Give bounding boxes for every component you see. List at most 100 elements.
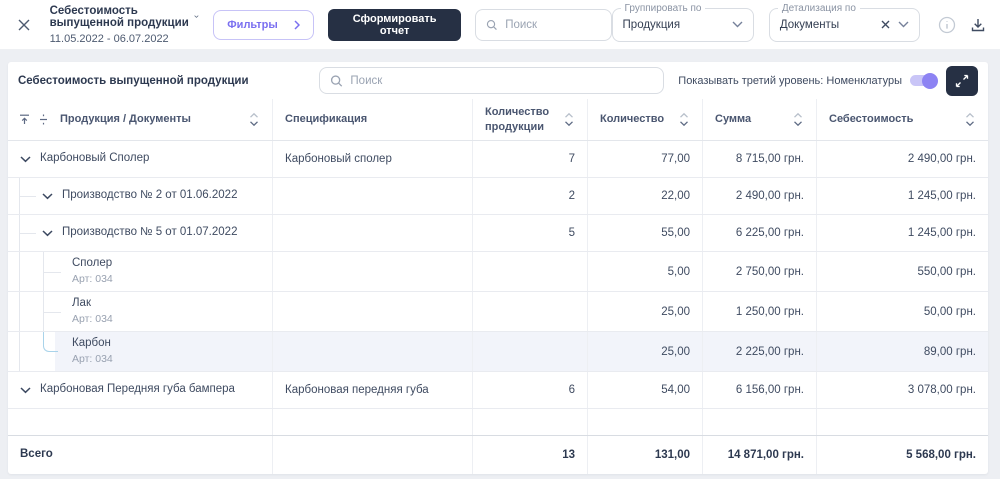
search-icon bbox=[331, 74, 343, 87]
tree-connector bbox=[19, 292, 20, 331]
tree-connector bbox=[43, 332, 58, 352]
qty-prod-cell bbox=[473, 332, 588, 371]
table-header: Продукция / Документы Спецификация Колич… bbox=[8, 99, 988, 141]
collapse-all-icon[interactable] bbox=[18, 113, 31, 126]
qty-prod-cell: 13 bbox=[473, 436, 588, 474]
table-row[interactable]: Сполер Арт: 034 5,00 2 750,00 грн. 550,0… bbox=[8, 251, 988, 291]
row-article: Арт: 034 bbox=[72, 353, 113, 366]
card-toolbar: Себестоимость выпущенной продукции Показ… bbox=[8, 62, 988, 99]
column-header-spec[interactable]: Спецификация bbox=[273, 99, 473, 140]
qty-cell: 25,00 bbox=[588, 332, 703, 371]
expand-all-icon[interactable] bbox=[37, 113, 50, 126]
product-cell: Карбон Арт: 034 bbox=[8, 332, 273, 371]
screen: Себестоимость выпущенной продукции 11.05… bbox=[0, 0, 1000, 479]
sum-cell: 8 715,00 грн. bbox=[703, 141, 817, 177]
group-by-label: Группировать по bbox=[620, 2, 706, 14]
row-article: Арт: 034 bbox=[72, 313, 113, 326]
table-row[interactable]: Карбон Арт: 034 25,00 2 225,00 грн. 89,0… bbox=[8, 331, 988, 371]
group-by-value: Продукция bbox=[622, 18, 681, 31]
spec-cell bbox=[273, 252, 473, 291]
spec-cell: Карбоновый сполер bbox=[273, 141, 473, 177]
clear-icon[interactable] bbox=[881, 20, 890, 29]
cost-cell: 550,00 грн. bbox=[917, 265, 976, 278]
column-header-qty[interactable]: Количество bbox=[588, 99, 703, 140]
product-cell: Карбоновый Сполер bbox=[8, 141, 273, 177]
group-by-select[interactable]: Группировать по Продукция bbox=[611, 2, 754, 42]
filters-button[interactable]: Фильтры bbox=[213, 9, 314, 40]
sort-icon[interactable] bbox=[563, 112, 575, 127]
fullscreen-icon[interactable] bbox=[946, 65, 978, 96]
table-body: Карбоновый Сполер Карбоновый сполер 7 77… bbox=[8, 141, 988, 474]
table-row-total[interactable]: Всего 13 131,00 14 871,00 грн. 5 568,00 … bbox=[8, 435, 988, 474]
row-chevron-down-icon[interactable] bbox=[20, 386, 31, 394]
product-cell: Лак Арт: 034 bbox=[8, 292, 273, 331]
product-cell: Производство № 2 от 01.06.2022 bbox=[8, 178, 273, 214]
report-title: Себестоимость выпущенной продукции bbox=[49, 4, 189, 29]
column-header-qty-prod[interactable]: Количество продукции bbox=[473, 99, 588, 140]
third-level-toggle[interactable] bbox=[910, 72, 938, 89]
table-row[interactable]: Карбоновый Сполер Карбоновый сполер 7 77… bbox=[8, 141, 988, 177]
topbar-search bbox=[475, 8, 612, 41]
spec-cell bbox=[273, 332, 473, 371]
tree-connector bbox=[20, 233, 36, 234]
report-title-block[interactable]: Себестоимость выпущенной продукции 11.05… bbox=[50, 5, 200, 45]
generate-report-button[interactable]: Сформировать отчет bbox=[327, 8, 462, 41]
table-row[interactable]: Производство № 5 от 01.07.2022 5 55,00 6… bbox=[8, 214, 988, 251]
row-article: Арт: 034 bbox=[72, 273, 113, 286]
tree-connector bbox=[19, 252, 20, 291]
product-cell: Карбоновая Передняя губа бампера bbox=[8, 372, 273, 408]
qty-prod-cell bbox=[473, 252, 588, 291]
table-row[interactable]: Производство № 2 от 01.06.2022 2 22,00 2… bbox=[8, 177, 988, 214]
product-cell: Производство № 5 от 01.07.2022 bbox=[8, 215, 273, 251]
row-name: Лак bbox=[72, 297, 91, 310]
qty-prod-cell bbox=[473, 292, 588, 331]
sum-cell: 2 750,00 грн. bbox=[703, 252, 817, 291]
date-range: 11.05.2022 - 06.07.2022 bbox=[49, 32, 169, 45]
qty-prod-cell: 5 bbox=[473, 215, 588, 251]
tree-connector bbox=[44, 311, 61, 313]
product-cell bbox=[8, 409, 273, 435]
qty-cell: 55,00 bbox=[588, 215, 703, 251]
qty-prod-cell: 7 bbox=[473, 141, 588, 177]
toggle-knob bbox=[922, 72, 938, 89]
spec-cell bbox=[273, 436, 473, 474]
table-row[interactable]: Карбоновая Передняя губа бампера Карбоно… bbox=[8, 371, 988, 408]
sort-icon[interactable] bbox=[792, 112, 804, 127]
row-name: Производство № 2 от 01.06.2022 bbox=[62, 189, 238, 202]
spec-cell bbox=[273, 292, 473, 331]
info-icon[interactable] bbox=[938, 16, 956, 34]
table-search-input[interactable] bbox=[350, 74, 654, 87]
row-chevron-down-icon[interactable] bbox=[20, 155, 31, 163]
detail-by-select[interactable]: Детализация по Документы bbox=[768, 2, 920, 42]
tree-connector bbox=[20, 196, 36, 197]
sum-cell: 6 156,00 грн. bbox=[703, 372, 817, 408]
row-chevron-down-icon[interactable] bbox=[42, 229, 53, 237]
sort-icon[interactable] bbox=[678, 112, 690, 127]
qty-prod-cell: 2 bbox=[473, 178, 588, 214]
column-header-cost[interactable]: Себестоимость bbox=[817, 99, 988, 140]
sort-icon[interactable] bbox=[248, 112, 260, 127]
row-name: Карбоновый Сполер bbox=[40, 152, 150, 165]
close-icon[interactable] bbox=[14, 14, 34, 36]
row-chevron-down-icon[interactable] bbox=[42, 192, 53, 200]
cost-cell: 3 078,00 грн. bbox=[907, 384, 976, 396]
cost-cell: 2 490,00 грн. bbox=[907, 153, 976, 165]
qty-cell bbox=[588, 409, 703, 435]
qty-cell: 54,00 bbox=[588, 372, 703, 408]
download-icon[interactable] bbox=[970, 17, 986, 33]
table-row[interactable]: Лак Арт: 034 25,00 1 250,00 грн. 50,00 г… bbox=[8, 291, 988, 331]
row-name: Производство № 5 от 01.07.2022 bbox=[62, 226, 238, 239]
topbar-search-input[interactable] bbox=[505, 18, 601, 31]
cost-cell bbox=[817, 409, 988, 435]
cost-cell: 1 245,00 грн. bbox=[907, 227, 976, 239]
third-level-toggle-label: Показывать третий уровень: Номенклатуры bbox=[678, 74, 902, 87]
column-header-sum[interactable]: Сумма bbox=[703, 99, 817, 140]
chevron-down-icon bbox=[898, 21, 909, 28]
chevron-down-icon bbox=[732, 21, 743, 28]
sum-cell bbox=[703, 409, 817, 435]
sort-icon[interactable] bbox=[964, 112, 976, 127]
column-header-product[interactable]: Продукция / Документы bbox=[8, 99, 273, 140]
table-row-spacer bbox=[8, 408, 988, 435]
spec-cell bbox=[273, 409, 473, 435]
row-name: Карбон bbox=[72, 337, 111, 350]
